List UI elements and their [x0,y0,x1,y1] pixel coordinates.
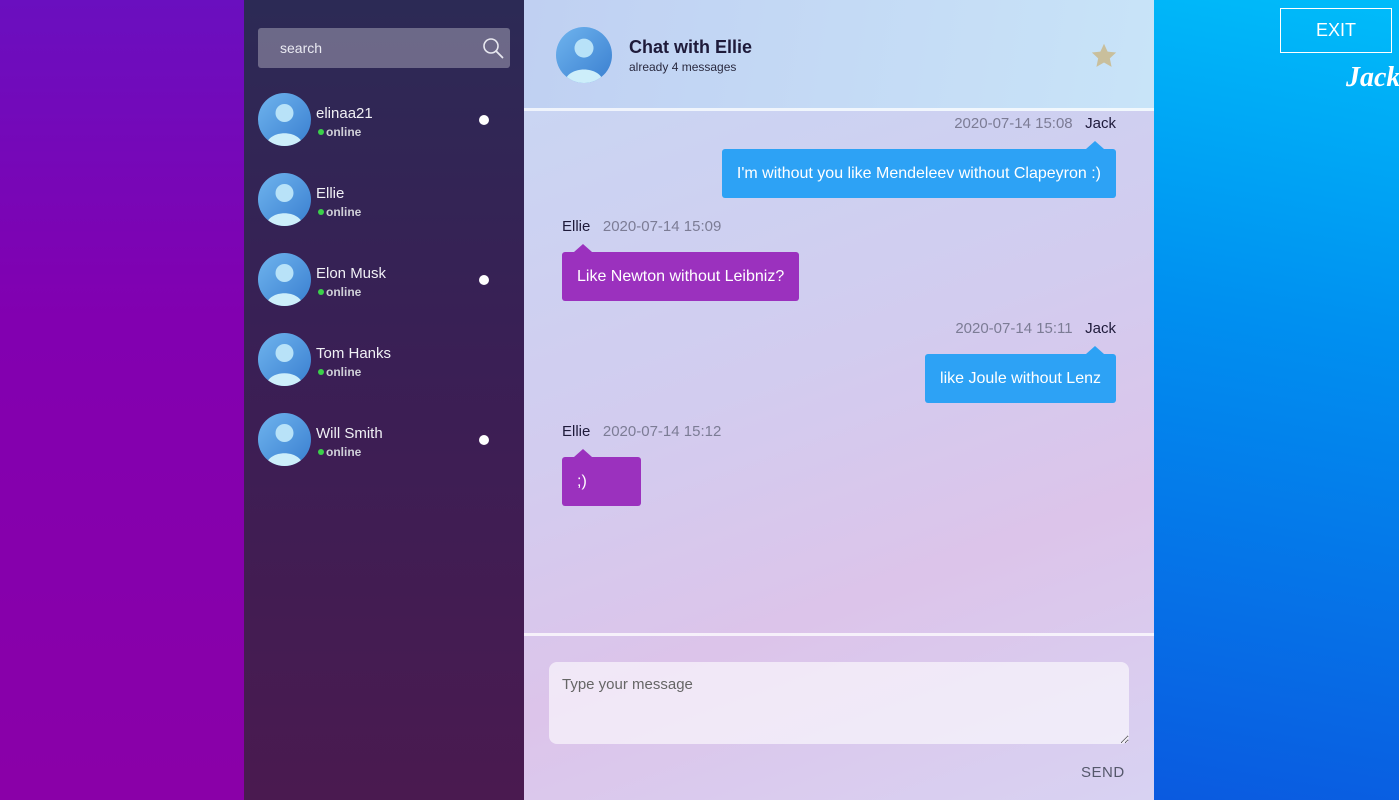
chat-panel: Chat with Ellie already 4 messages 2020-… [524,0,1154,800]
contacts-sidebar: elinaa21 online Ellie online Elon Musk o… [244,0,524,800]
message-timestamp: 2020-07-14 15:09 [602,218,722,235]
chat-header: Chat with Ellie already 4 messages [524,0,1154,111]
search-icon[interactable] [482,37,504,59]
message-meta: Ellie 2020-07-14 15:09 [562,218,721,235]
message-author: Ellie [562,218,591,235]
divider [524,633,1154,636]
message-bubble-outgoing: I'm without you like Mendeleev without C… [721,141,1116,198]
message-author: Ellie [562,423,591,440]
message-count: already 4 messages [629,60,737,74]
unread-indicator [479,435,489,445]
contact-name: Will Smith [316,425,383,442]
background-left [0,0,244,800]
avatar [258,173,311,226]
message-timestamp: 2020-07-14 15:11 [955,320,1073,337]
avatar [258,253,311,306]
message-meta: 2020-07-14 15:08 Jack [954,115,1116,132]
search-box [258,28,510,68]
contact-status: online [326,365,362,379]
contact-status: online [326,445,362,459]
contact-name: Tom Hanks [316,345,392,362]
message-bubble-outgoing: like Joule without Lenz [925,346,1116,403]
message-author: Jack [1085,320,1116,337]
chat-title: Chat with Ellie [629,37,753,57]
message-meta: Ellie 2020-07-14 15:12 [562,423,721,440]
contact-item[interactable]: Elon Musk online [258,253,510,313]
contact-item[interactable]: Tom Hanks online [258,333,510,393]
unread-indicator [479,275,489,285]
message-meta: 2020-07-14 15:11 Jack [955,320,1116,337]
message-list: 2020-07-14 15:08 Jack I'm without you li… [524,114,1154,634]
chat-avatar [556,27,612,83]
avatar [258,333,311,386]
exit-button[interactable]: EXIT [1280,8,1392,53]
contact-name: Elon Musk [316,265,387,282]
search-input[interactable] [258,28,473,68]
message-timestamp: 2020-07-14 15:12 [602,423,722,440]
contact-item[interactable]: elinaa21 online [258,93,510,153]
message-bubble-incoming: ;) [562,449,641,506]
unread-indicator [479,115,489,125]
message-bubble-incoming: Like Newton without Leibniz? [562,244,800,301]
current-user-name: Jack [1346,62,1399,93]
message-author: Jack [1085,115,1116,132]
contact-status: online [326,285,362,299]
avatar [258,93,311,146]
background-right [1154,0,1399,800]
send-button[interactable]: SEND [1081,764,1125,781]
contact-name: elinaa21 [316,105,373,122]
star-icon[interactable] [1090,42,1118,70]
contact-status: online [326,125,362,139]
message-input[interactable] [549,662,1129,744]
contact-item[interactable]: Will Smith online [258,413,510,473]
contact-status: online [326,205,362,219]
contact-item[interactable]: Ellie online [258,173,510,233]
avatar [258,413,311,466]
contact-name: Ellie [316,185,345,202]
message-timestamp: 2020-07-14 15:08 [954,115,1073,132]
